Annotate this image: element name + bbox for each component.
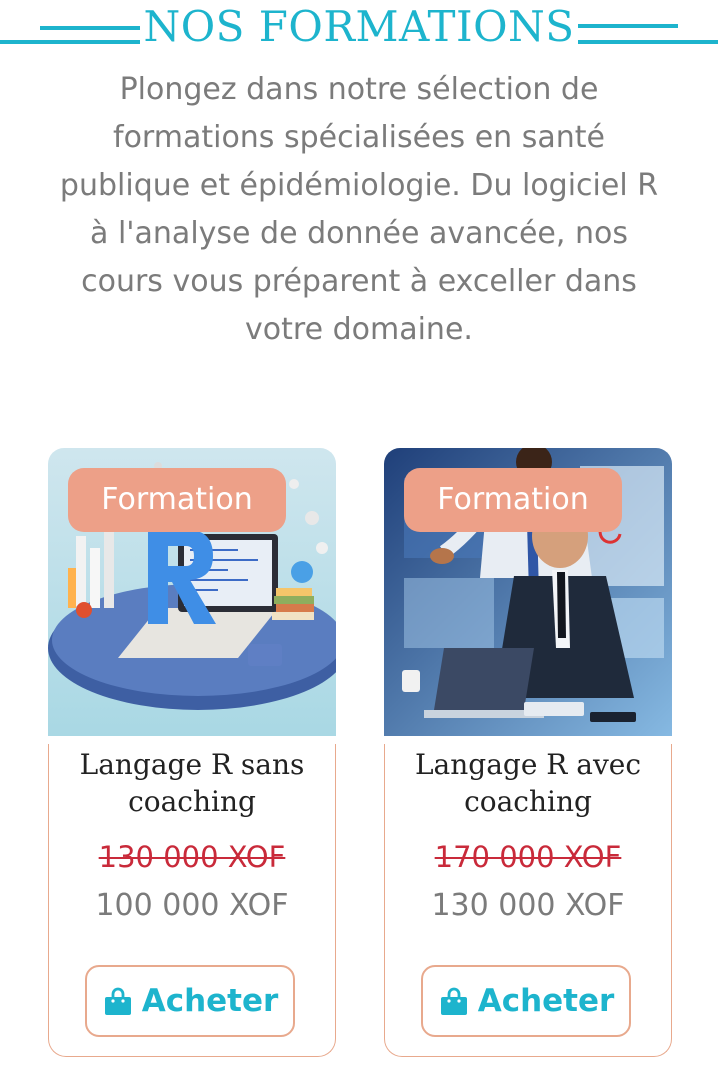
shopping-bag-icon bbox=[440, 987, 467, 1015]
buy-button[interactable]: Acheter bbox=[85, 965, 295, 1037]
buy-button[interactable]: Acheter bbox=[421, 965, 631, 1037]
course-title[interactable]: Langage R sans coaching bbox=[58, 746, 326, 820]
course-type-badge: Formation bbox=[68, 468, 286, 532]
shopping-bag-icon bbox=[104, 987, 131, 1015]
buy-button-label: Acheter bbox=[477, 983, 615, 1019]
buy-button-label: Acheter bbox=[141, 983, 279, 1019]
course-type-badge: Formation bbox=[404, 468, 622, 532]
course-price: 100 000 XOF bbox=[95, 888, 289, 923]
course-title[interactable]: Langage R avec coaching bbox=[394, 746, 662, 820]
course-price: 130 000 XOF bbox=[431, 888, 625, 923]
section-intro: Plongez dans notre sélection de formatio… bbox=[59, 72, 659, 347]
title-line-right-bottom bbox=[578, 40, 718, 44]
section-header: NOS FORMATIONS bbox=[0, 0, 718, 60]
title-line-right-top bbox=[578, 24, 678, 28]
course-card: Formation Langage R sans coaching 130 00… bbox=[48, 448, 336, 1058]
course-old-price: 130 000 XOF bbox=[98, 840, 286, 874]
course-card: Formation Langage R avec coaching 170 00… bbox=[384, 448, 672, 1058]
course-old-price: 170 000 XOF bbox=[434, 840, 622, 874]
